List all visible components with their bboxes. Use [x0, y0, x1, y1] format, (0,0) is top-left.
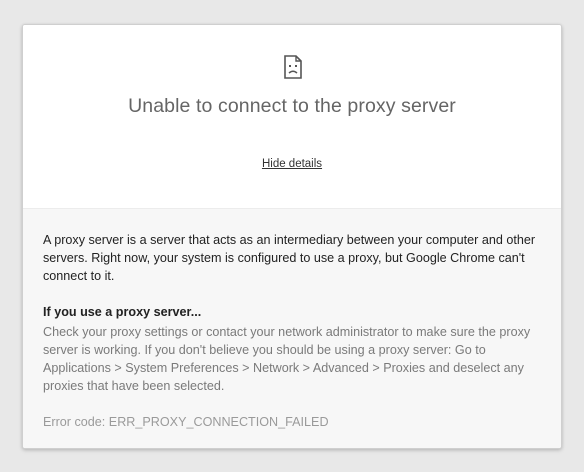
- error-card: Unable to connect to the proxy server Hi…: [22, 24, 562, 449]
- hide-details-link[interactable]: Hide details: [262, 158, 322, 170]
- error-code: Error code: ERR_PROXY_CONNECTION_FAILED: [43, 415, 329, 429]
- proxy-section-heading: If you use a proxy server...: [43, 305, 202, 319]
- details-panel: A proxy server is a server that acts as …: [23, 209, 561, 448]
- proxy-advice: Check your proxy settings or contact you…: [43, 325, 531, 393]
- sad-page-icon: [284, 55, 302, 79]
- details-toggle: Hide details: [23, 158, 561, 170]
- error-title: Unable to connect to the proxy server: [128, 95, 456, 117]
- proxy-description: A proxy server is a server that acts as …: [43, 233, 536, 283]
- error-header: Unable to connect to the proxy server Hi…: [23, 25, 561, 209]
